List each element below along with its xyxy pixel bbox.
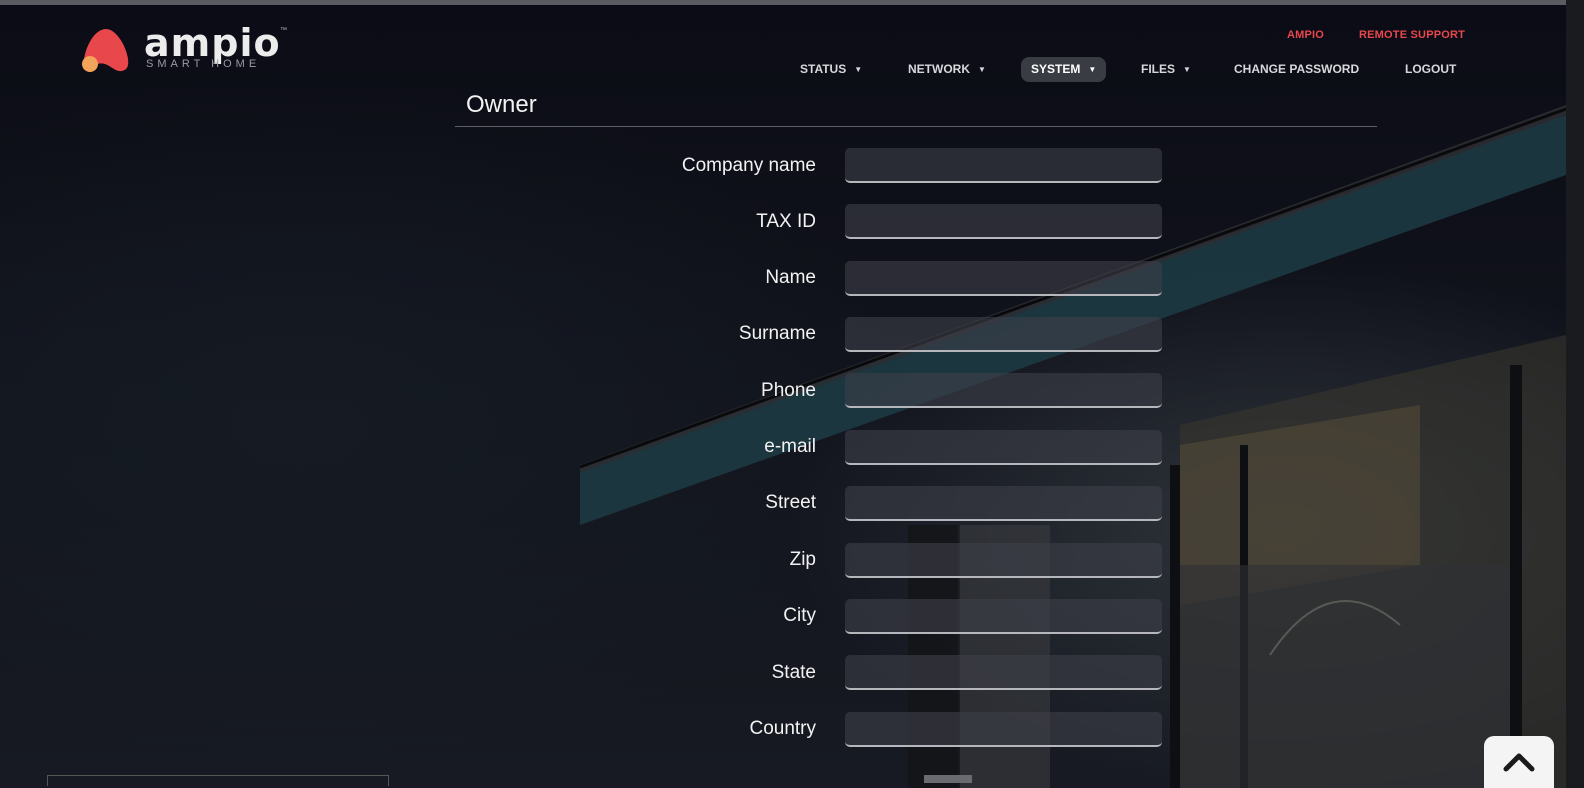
nav-system-label: SYSTEM	[1031, 62, 1081, 76]
street-input[interactable]	[845, 486, 1162, 521]
ampio-logo[interactable]: ampio ™ SMART HOME	[80, 21, 290, 77]
nav-status-label: STATUS	[800, 62, 847, 76]
surname-input[interactable]	[845, 317, 1162, 352]
caret-down-icon: ▼	[978, 65, 986, 74]
phone-input[interactable]	[845, 373, 1162, 408]
scroll-to-top-button[interactable]	[1484, 736, 1554, 788]
logo-trademark: ™	[280, 27, 287, 34]
nav-change-password-label: CHANGE PASSWORD	[1234, 62, 1360, 76]
caret-down-icon: ▼	[854, 65, 863, 74]
link-ampio[interactable]: AMPIO	[1287, 29, 1324, 41]
name-input[interactable]	[845, 261, 1162, 296]
chevron-up-icon	[1503, 753, 1535, 772]
section-divider	[455, 126, 1377, 127]
company-name-input[interactable]	[845, 148, 1162, 183]
label-state: State	[771, 662, 816, 683]
label-email: e-mail	[764, 436, 816, 457]
nav-files[interactable]: FILES ▼	[1141, 57, 1191, 82]
nav-network[interactable]: NETWORK ▼	[908, 57, 986, 82]
nav-logout[interactable]: LOGOUT	[1405, 57, 1456, 82]
label-city: City	[783, 605, 816, 626]
horizontal-scroll-track	[47, 775, 389, 786]
city-input[interactable]	[845, 599, 1162, 634]
country-input[interactable]	[845, 712, 1162, 747]
state-input[interactable]	[845, 655, 1162, 690]
label-surname: Surname	[738, 323, 816, 344]
email-input[interactable]	[845, 430, 1162, 465]
zip-input[interactable]	[845, 543, 1162, 578]
window-right-scrollbar[interactable]	[1566, 0, 1584, 788]
page-viewport: ampio ™ SMART HOME AMPIO REMOTE SUPPORT …	[0, 5, 1566, 788]
link-remote-support[interactable]: REMOTE SUPPORT	[1359, 29, 1465, 41]
nav-system[interactable]: SYSTEM ▼	[1021, 57, 1107, 82]
label-phone: Phone	[761, 380, 816, 401]
logo-tagline: SMART HOME	[146, 58, 261, 70]
section-title: Owner	[466, 91, 537, 118]
nav-logout-label: LOGOUT	[1405, 62, 1457, 76]
label-zip: Zip	[789, 549, 816, 570]
caret-down-icon: ▼	[1088, 65, 1097, 74]
scrollbar-thumb[interactable]	[924, 775, 972, 783]
ampio-logo-mark-icon	[82, 29, 129, 72]
nav-change-password[interactable]: CHANGE PASSWORD	[1234, 57, 1359, 82]
label-name: Name	[765, 267, 816, 288]
label-country: Country	[749, 718, 816, 739]
label-street: Street	[765, 492, 816, 513]
nav-files-label: FILES	[1141, 62, 1176, 76]
label-tax-id: TAX ID	[756, 211, 816, 232]
nav-network-label: NETWORK	[908, 62, 970, 76]
nav-status[interactable]: STATUS ▼	[800, 57, 862, 82]
tax-id-input[interactable]	[845, 204, 1162, 239]
label-company-name: Company name	[681, 155, 816, 176]
caret-down-icon: ▼	[1183, 65, 1191, 74]
